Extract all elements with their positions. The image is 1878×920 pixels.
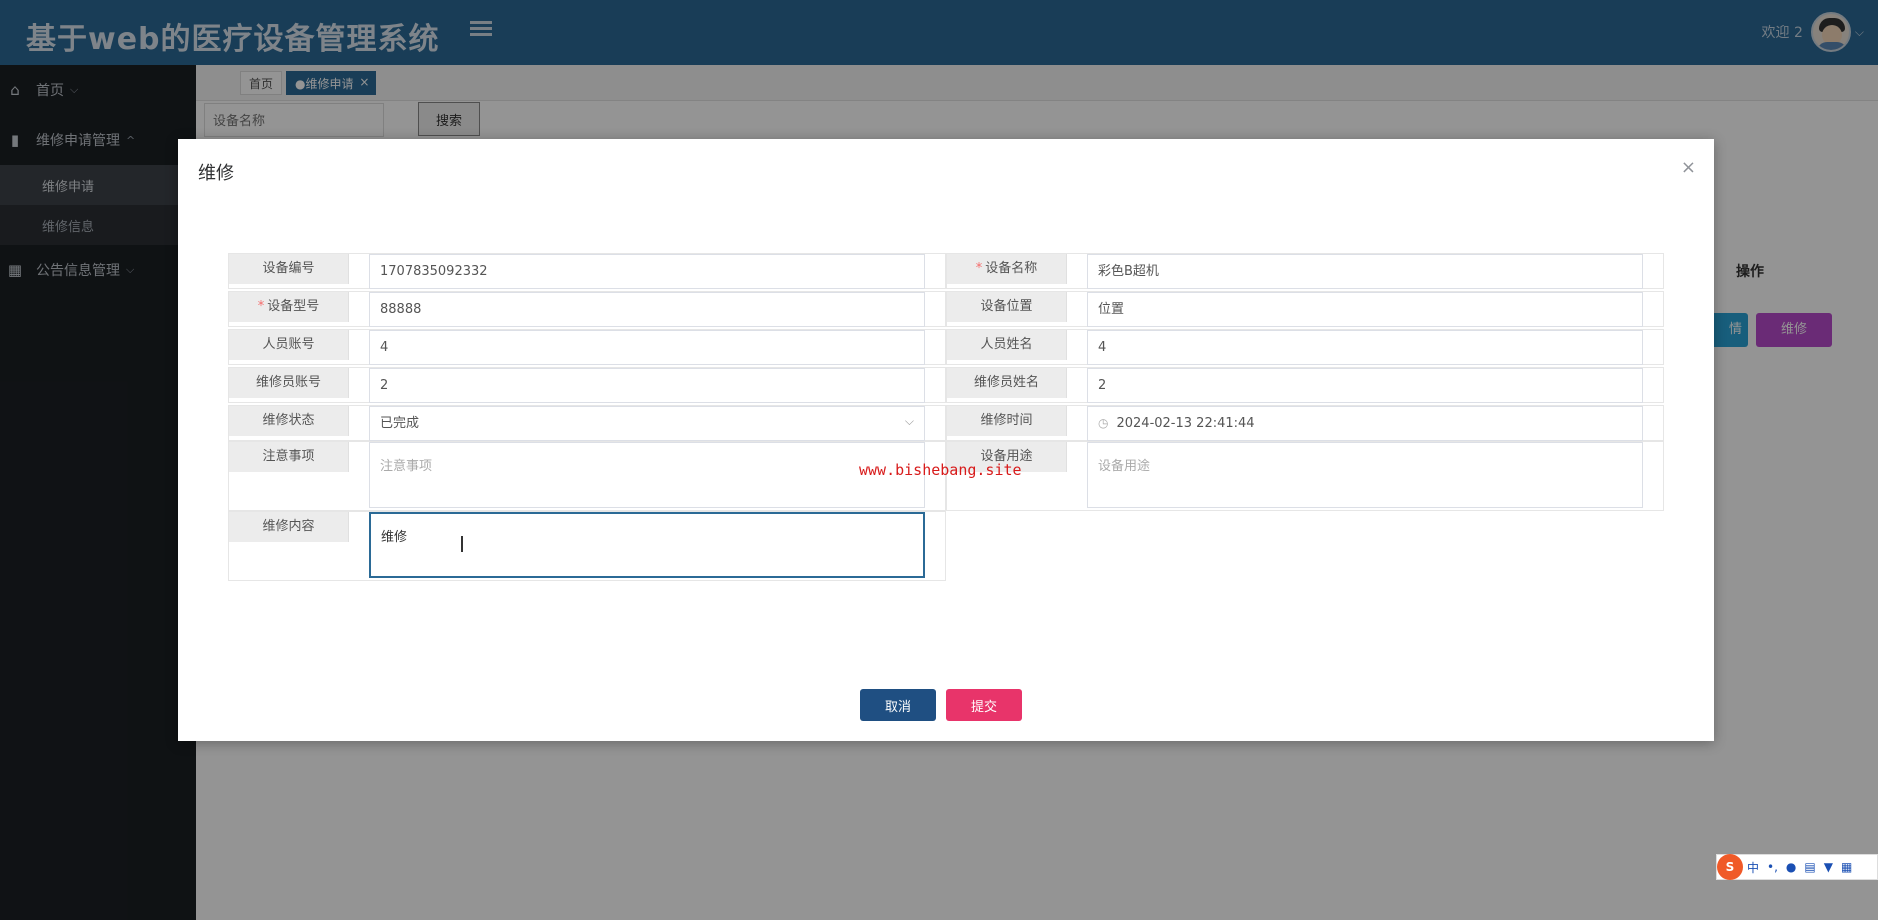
field-label: 人员姓名 (947, 330, 1067, 360)
clock-icon: ◷ (1098, 416, 1109, 430)
field-label: 人员账号 (229, 330, 349, 360)
device-model-input[interactable]: 88888 (369, 292, 925, 327)
field-label: * 设备型号 (229, 292, 349, 322)
field-device-model: * 设备型号 88888 (228, 291, 946, 327)
field-label: 维修内容 (229, 512, 349, 542)
device-location-input[interactable]: 位置 (1087, 292, 1643, 327)
repair-time-picker[interactable]: ◷ 2024-02-13 22:41:44 (1087, 406, 1643, 441)
field-label: 维修员姓名 (947, 368, 1067, 398)
field-repair-content: 维修内容 维修 (228, 511, 946, 581)
cancel-button[interactable]: 取消 (860, 689, 936, 721)
field-person-account: 人员账号 4 (228, 329, 946, 365)
close-icon[interactable]: × (1681, 157, 1696, 178)
field-label: 设备位置 (947, 292, 1067, 322)
notes-textarea[interactable]: 注意事项 (369, 442, 925, 508)
skin-icon[interactable]: ▼ (1824, 860, 1833, 874)
repair-status-select[interactable]: 已完成 (369, 405, 925, 441)
device-no-input[interactable]: 1707835092332 (369, 254, 925, 289)
field-label: * 设备名称 (947, 254, 1067, 284)
field-label: 设备编号 (229, 254, 349, 284)
sogou-logo-icon[interactable]: S (1717, 854, 1743, 880)
field-label: 维修时间 (947, 406, 1067, 436)
field-repair-status: 维修状态 已完成 (228, 405, 946, 441)
repair-content-textarea[interactable]: 维修 (369, 512, 925, 578)
repairer-name-input[interactable]: 2 (1087, 368, 1643, 403)
person-account-input[interactable]: 4 (369, 330, 925, 365)
watermark-text: www.bishebang.site (859, 461, 1022, 479)
repairer-account-input[interactable]: 2 (369, 368, 925, 403)
field-device-location: 设备位置 位置 (946, 291, 1664, 327)
field-repairer-name: 维修员姓名 2 (946, 367, 1664, 403)
field-device-name: * 设备名称 彩色B超机 (946, 253, 1664, 289)
field-person-name: 人员姓名 4 (946, 329, 1664, 365)
ime-punct-toggle[interactable]: •, (1767, 860, 1778, 874)
grid-icon[interactable]: ▦ (1841, 860, 1852, 874)
field-repairer-account: 维修员账号 2 (228, 367, 946, 403)
text-cursor-icon (461, 536, 463, 552)
field-device-no: 设备编号 1707835092332 (228, 253, 946, 289)
repair-content-value: 维修 (381, 530, 408, 545)
field-label: 注意事项 (229, 442, 349, 472)
field-device-usage: 设备用途 设备用途 (946, 441, 1664, 511)
device-usage-textarea[interactable]: 设备用途 (1087, 442, 1643, 508)
device-name-input[interactable]: 彩色B超机 (1087, 254, 1643, 289)
keyboard-icon[interactable]: ▤ (1804, 860, 1815, 874)
repair-dialog: 维修 × 设备编号 1707835092332 * 设备名称 彩色B超机 * 设备型… (178, 139, 1714, 741)
person-name-input[interactable]: 4 (1087, 330, 1643, 365)
dialog-title: 维修 (198, 163, 234, 184)
microphone-icon[interactable]: ● (1786, 860, 1796, 874)
submit-button[interactable]: 提交 (946, 689, 1022, 721)
ime-toolbar[interactable]: S 中 •, ● ▤ ▼ ▦ (1716, 854, 1878, 880)
repair-time-value: 2024-02-13 22:41:44 (1116, 416, 1255, 431)
field-label: 维修员账号 (229, 368, 349, 398)
field-label: 维修状态 (229, 406, 349, 436)
field-repair-time: 维修时间 ◷ 2024-02-13 22:41:44 (946, 405, 1664, 441)
ime-lang-toggle[interactable]: 中 (1747, 859, 1759, 876)
field-notes: 注意事项 注意事项 (228, 441, 946, 511)
